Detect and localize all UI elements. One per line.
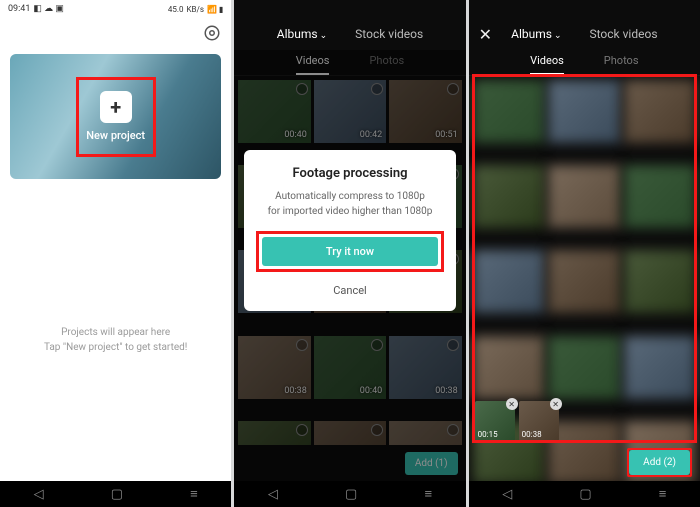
android-navbar: ◁ ▢ ≡ <box>234 481 465 507</box>
status-time: 09:41 <box>8 4 30 14</box>
screen-picker-selected: ✕ Albums⌄ Stock videos Videos Photos ✕00… <box>469 0 700 507</box>
status-bar: 09:41 ◧ ☁ ▣ 45.0KB/s📶 ▮ <box>0 0 231 18</box>
media-thumb[interactable] <box>624 80 696 143</box>
media-thumb[interactable] <box>548 250 620 313</box>
media-thumb[interactable] <box>548 336 620 399</box>
close-icon[interactable]: ✕ <box>479 25 492 44</box>
settings-icon[interactable] <box>203 24 221 42</box>
nav-recent-icon[interactable]: ≡ <box>424 486 432 502</box>
media-thumb[interactable] <box>473 80 545 143</box>
tab-stock[interactable]: Stock videos <box>590 27 658 41</box>
media-thumb[interactable] <box>548 165 620 228</box>
chevron-down-icon: ⌄ <box>320 31 328 41</box>
nav-home-icon[interactable]: ▢ <box>345 487 357 502</box>
status-bar <box>469 0 700 18</box>
android-navbar: ◁ ▢ ≡ <box>0 481 231 507</box>
media-thumb[interactable] <box>473 165 545 228</box>
highlight-add-button: Add (2) <box>627 448 692 477</box>
media-thumb[interactable] <box>473 336 545 399</box>
chevron-down-icon: ⌄ <box>554 31 562 41</box>
footage-dialog: Footage processing Automatically compres… <box>244 150 455 311</box>
nav-recent-icon[interactable]: ≡ <box>659 486 667 502</box>
media-thumb[interactable] <box>548 80 620 143</box>
status-icons: 45.0KB/s📶 ▮ <box>168 5 223 14</box>
tab-stock[interactable]: Stock videos <box>355 27 423 41</box>
nav-home-icon[interactable]: ▢ <box>111 487 123 502</box>
media-thumb[interactable] <box>473 250 545 313</box>
hero-banner: + New project <box>10 54 221 179</box>
highlight-new-project <box>76 77 156 157</box>
media-thumb[interactable] <box>624 250 696 313</box>
home-topbar <box>0 18 231 48</box>
subtab-videos[interactable]: Videos <box>530 50 564 75</box>
nav-back-icon[interactable]: ◁ <box>502 487 512 502</box>
nav-recent-icon[interactable]: ≡ <box>190 486 198 502</box>
android-navbar: ◁ ▢ ≡ <box>469 481 700 507</box>
screen-picker-dialog: Albums⌄ Stock videos Videos Photos 00:40… <box>234 0 465 507</box>
remove-icon[interactable]: ✕ <box>550 398 562 410</box>
screen-home: 09:41 ◧ ☁ ▣ 45.0KB/s📶 ▮ + New project Pr… <box>0 0 231 507</box>
media-thumb[interactable] <box>624 336 696 399</box>
highlight-try-button: Try it now <box>256 231 443 272</box>
media-thumb[interactable] <box>624 165 696 228</box>
tab-albums[interactable]: Albums⌄ <box>277 27 327 41</box>
nav-home-icon[interactable]: ▢ <box>579 487 591 502</box>
tab-albums[interactable]: Albums⌄ <box>511 27 561 41</box>
dialog-title: Footage processing <box>256 166 443 181</box>
remove-icon[interactable]: ✕ <box>506 398 518 410</box>
selected-thumb[interactable]: ✕00:15 <box>475 401 515 441</box>
try-it-now-button[interactable]: Try it now <box>262 237 437 266</box>
empty-state-text: Projects will appear here Tap "New proje… <box>0 325 231 355</box>
selected-strip: ✕00:15 ✕00:38 <box>475 401 694 445</box>
status-bar <box>234 0 465 18</box>
subtabs: Videos Photos <box>469 50 700 76</box>
selected-thumb[interactable]: ✕00:38 <box>519 401 559 441</box>
cancel-button[interactable]: Cancel <box>256 280 443 301</box>
dialog-message: Automatically compress to 1080p for impo… <box>256 189 443 219</box>
picker-topbar: ✕ Albums⌄ Stock videos <box>469 18 700 50</box>
nav-back-icon[interactable]: ◁ <box>268 487 278 502</box>
add-button[interactable]: Add (2) <box>629 450 690 475</box>
picker-topbar: Albums⌄ Stock videos <box>234 18 465 50</box>
nav-back-icon[interactable]: ◁ <box>34 487 44 502</box>
subtab-photos[interactable]: Photos <box>604 50 639 75</box>
